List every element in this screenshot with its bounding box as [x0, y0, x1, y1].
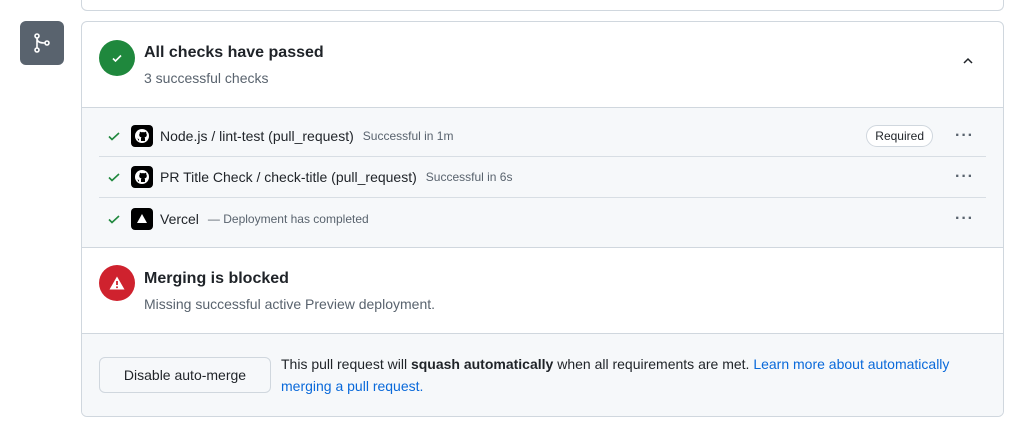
checks-header: All checks have passed 3 successful chec… [82, 22, 1003, 108]
check-icon [99, 212, 131, 226]
disable-auto-merge-button[interactable]: Disable auto-merge [99, 357, 271, 393]
checks-list: Node.js / lint-test (pull_request) Succe… [82, 108, 1003, 248]
alert-icon [99, 265, 135, 301]
github-icon [131, 166, 153, 188]
blocked-title: Merging is blocked [144, 270, 289, 287]
check-icon [99, 129, 131, 143]
msg-bold: squash automatically [410, 356, 554, 372]
check-row[interactable]: PR Title Check / check-title (pull_reque… [99, 157, 986, 198]
git-merge-icon [34, 33, 50, 53]
msg-text-after: when all requirements are met. [553, 356, 754, 372]
merge-box: All checks have passed 3 successful chec… [81, 21, 1004, 417]
check-description: Successful in 6s [425, 170, 513, 184]
check-name[interactable]: Vercel [160, 211, 199, 227]
check-description: Successful in 1m [362, 129, 454, 143]
check-name[interactable]: Node.js / lint-test (pull_request) [160, 128, 354, 144]
check-row[interactable]: Vercel — Deployment has completed ··· [99, 198, 986, 239]
blocked-subtitle: Missing successful active Preview deploy… [144, 296, 436, 312]
automerge-section: Disable auto-merge This pull request wil… [82, 334, 1003, 416]
automerge-message: This pull request will squash automatica… [281, 353, 961, 397]
more-options-icon[interactable]: ··· [955, 210, 974, 228]
more-options-icon[interactable]: ··· [955, 168, 974, 186]
checks-subtitle: 3 successful checks [144, 70, 269, 86]
previous-box [81, 0, 1004, 11]
check-icon [99, 170, 131, 184]
msg-text: This pull request will [281, 356, 411, 372]
vercel-icon [131, 207, 153, 230]
github-icon [131, 125, 153, 147]
merge-badge [20, 21, 64, 65]
checks-title: All checks have passed [144, 44, 324, 61]
required-badge: Required [866, 125, 933, 147]
check-name[interactable]: PR Title Check / check-title (pull_reque… [160, 169, 417, 185]
merge-blocked-section: Merging is blocked Missing successful ac… [82, 248, 1003, 334]
chevron-up-icon[interactable] [961, 54, 975, 68]
check-description: — Deployment has completed [207, 211, 369, 226]
more-options-icon[interactable]: ··· [955, 127, 974, 145]
check-circle-icon [99, 40, 135, 76]
check-row[interactable]: Node.js / lint-test (pull_request) Succe… [99, 116, 986, 157]
